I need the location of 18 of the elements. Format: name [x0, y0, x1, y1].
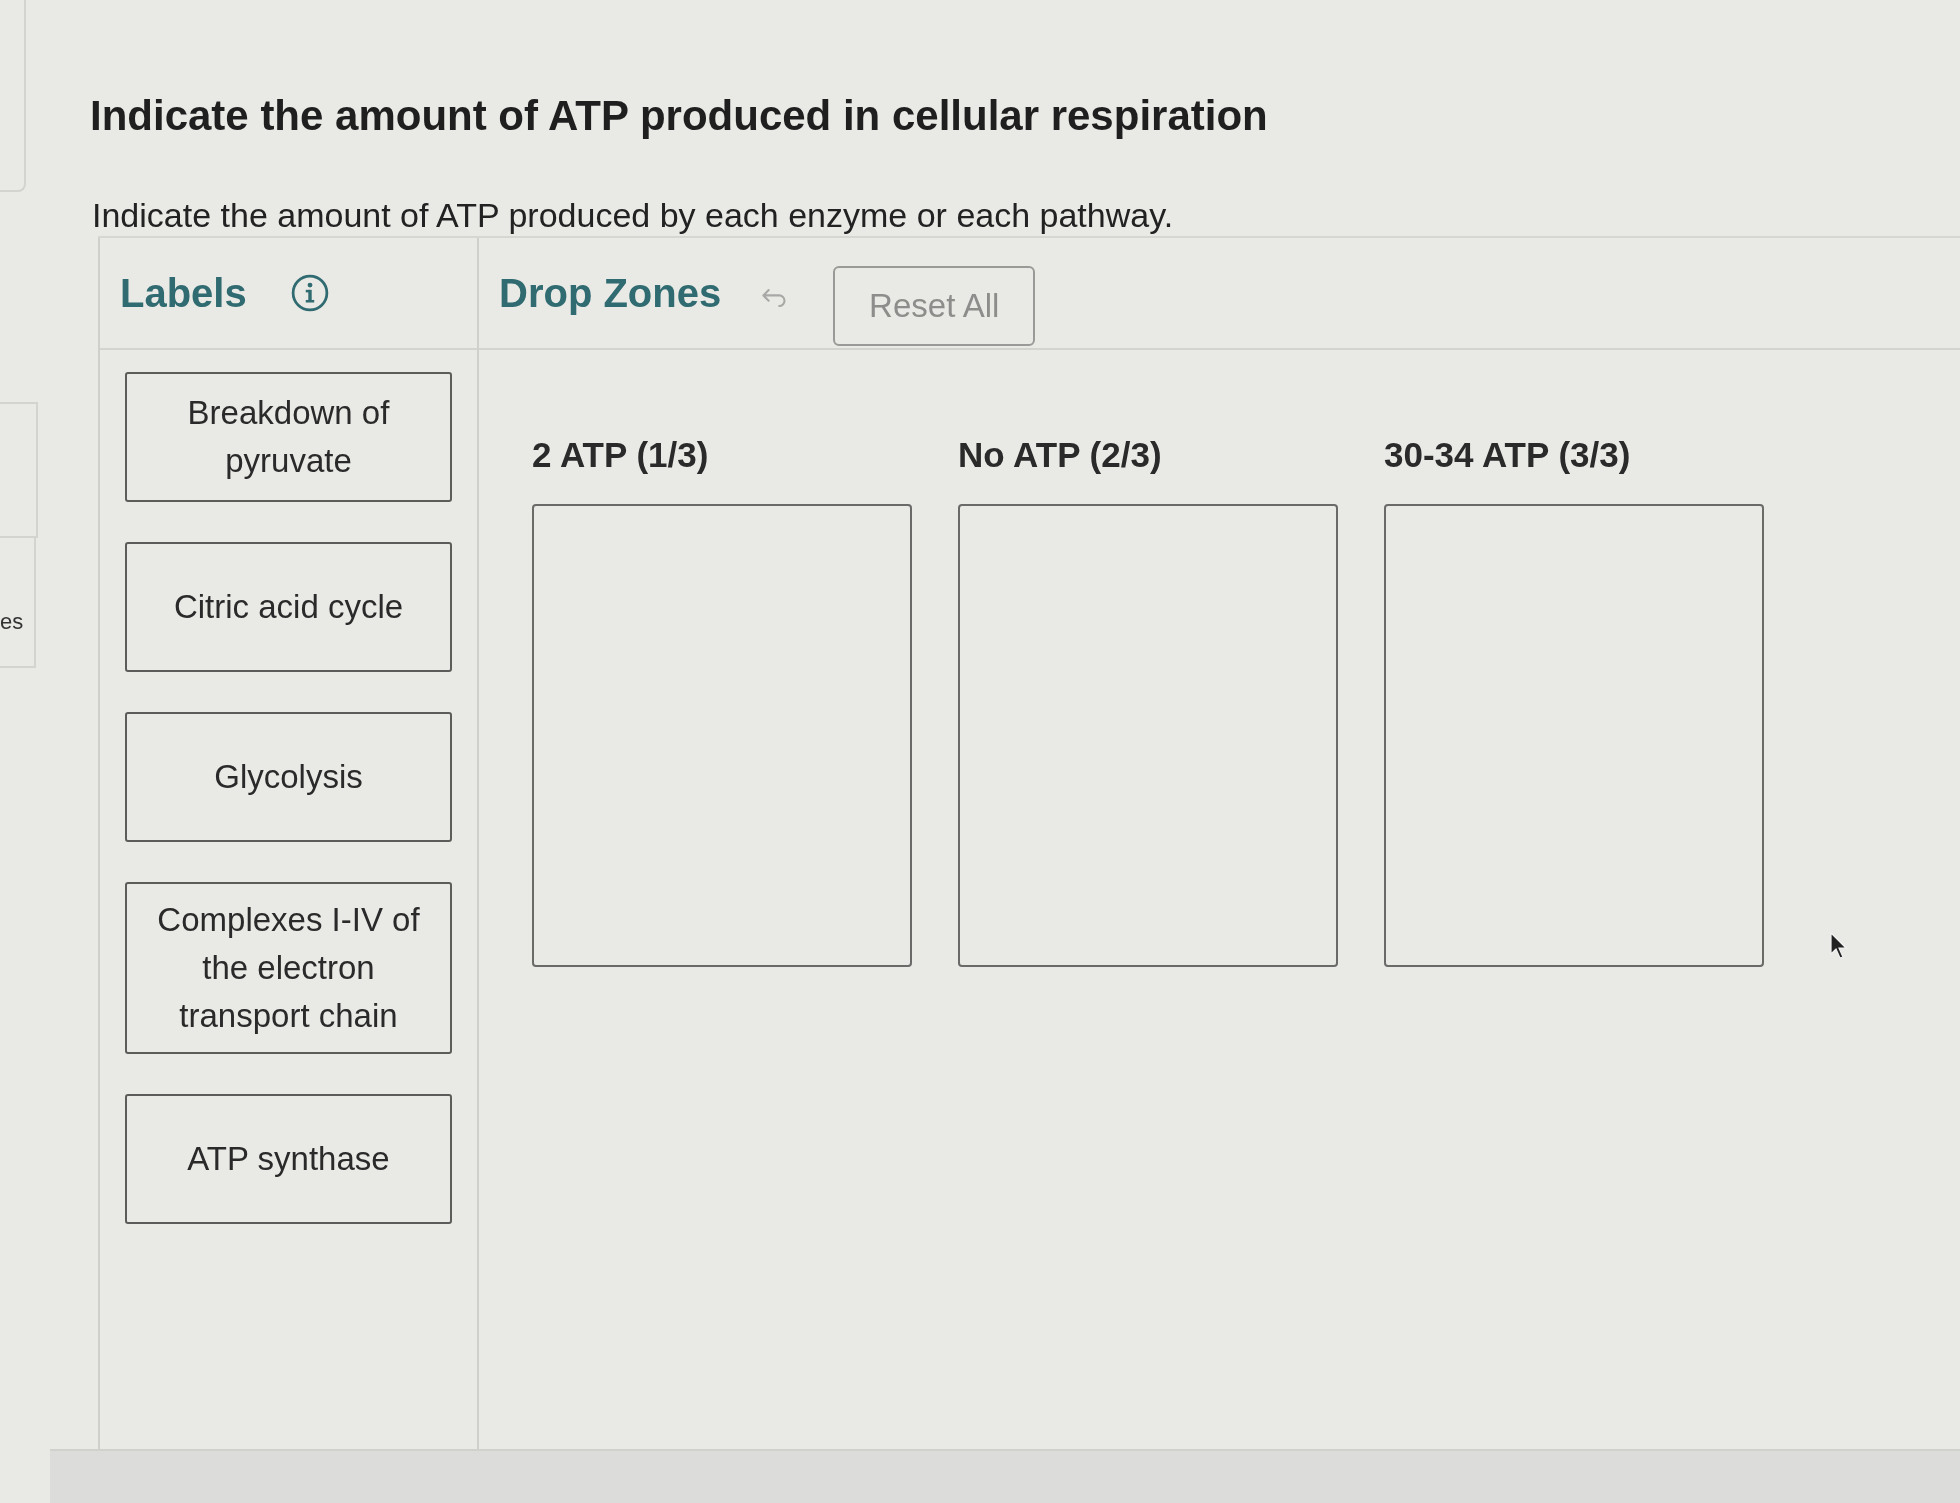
- info-icon[interactable]: [290, 274, 329, 312]
- drop-zone-heading: 2 ATP (1/3): [532, 434, 709, 476]
- drop-zone-heading: No ATP (2/3): [958, 434, 1162, 476]
- question-title: Indicate the amount of ATP produced in cellular respiration: [90, 91, 1268, 141]
- drop-zone[interactable]: [532, 504, 912, 967]
- drop-zone-heading: 30-34 ATP (3/3): [1384, 434, 1631, 476]
- side-tab[interactable]: es: [0, 538, 36, 668]
- label-card[interactable]: Complexes I-IV of the electron transport chain: [125, 882, 452, 1054]
- labels-heading: Labels: [120, 270, 247, 316]
- label-card[interactable]: Breakdown of pyruvate: [125, 372, 452, 502]
- label-card[interactable]: ATP synthase: [125, 1094, 452, 1224]
- drop-zones-heading: Drop Zones: [499, 270, 722, 316]
- label-card[interactable]: Glycolysis: [125, 712, 452, 842]
- drop-zone[interactable]: [1384, 504, 1764, 967]
- instructions-text: Indicate the amount of ATP produced by each enzyme or each pathway.: [92, 195, 1174, 236]
- drop-zone[interactable]: [958, 504, 1338, 967]
- label-card[interactable]: Citric acid cycle: [125, 542, 452, 672]
- mouse-cursor-icon: [1830, 932, 1848, 960]
